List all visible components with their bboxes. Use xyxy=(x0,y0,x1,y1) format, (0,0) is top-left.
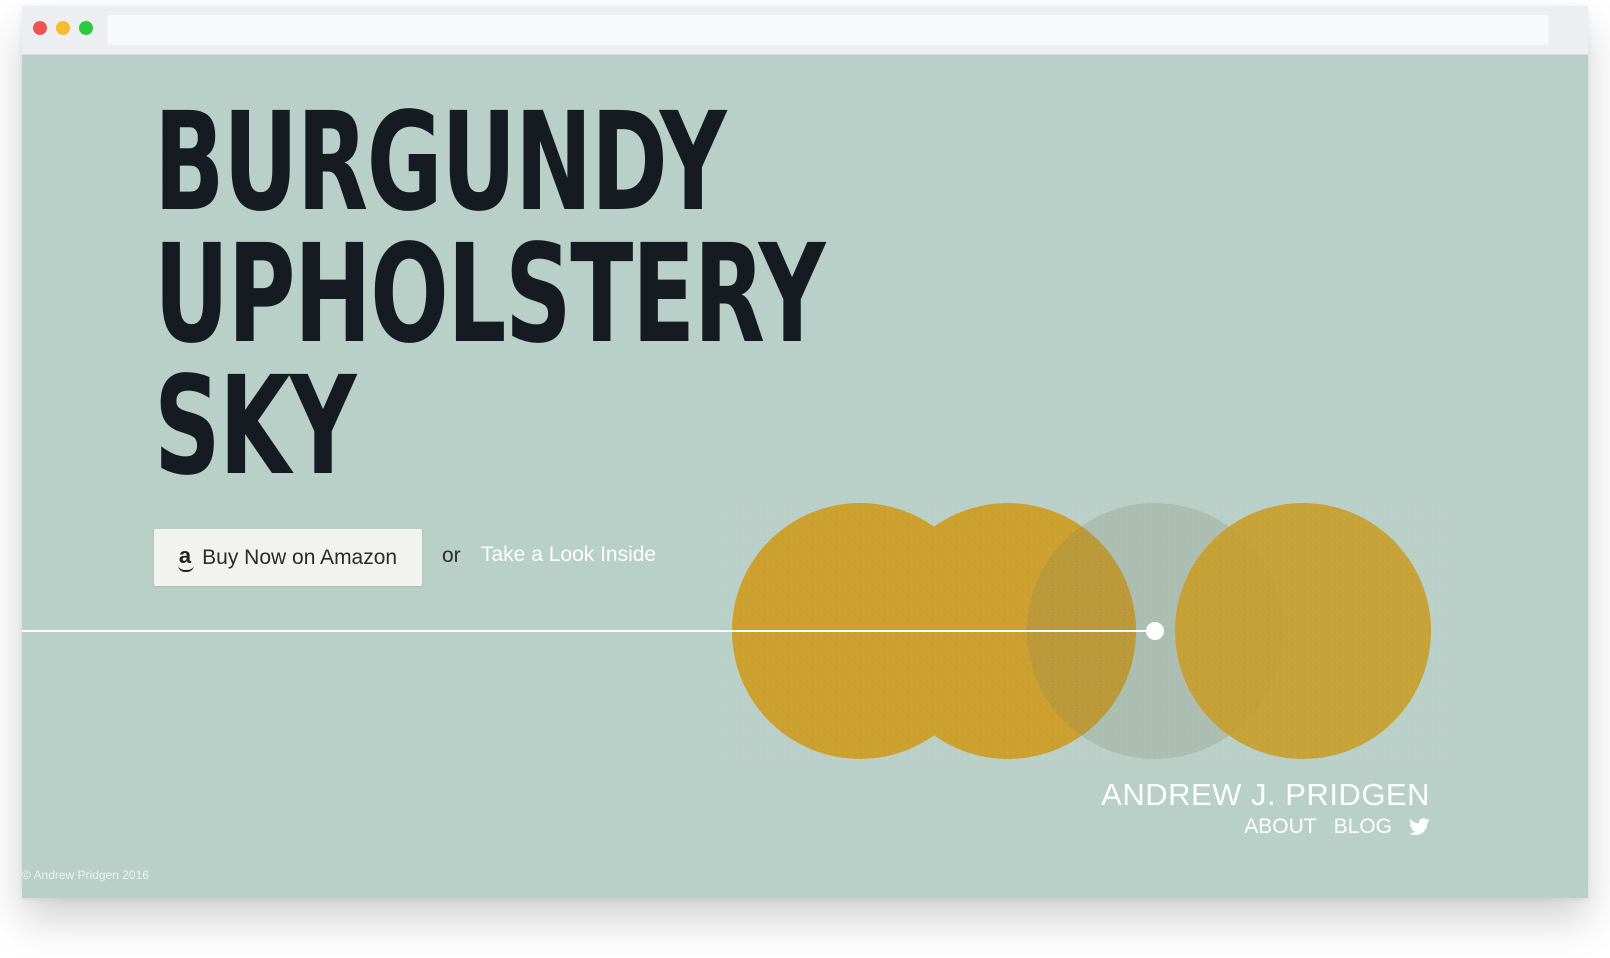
nav-blog-link[interactable]: BLOG xyxy=(1334,815,1392,839)
title-line-2: UPHOLSTERY xyxy=(154,216,826,374)
author-block: ANDREW J. PRIDGEN ABOUT BLOG xyxy=(1101,777,1430,839)
close-window-dot[interactable] xyxy=(33,21,47,35)
author-name[interactable]: ANDREW J. PRIDGEN xyxy=(1101,777,1430,813)
copyright-text: © Andrew Pridgen 2016 xyxy=(22,868,149,882)
take-a-look-inside-link[interactable]: Take a Look Inside xyxy=(481,543,656,567)
browser-window: BURGUNDY UPHOLSTERY SKY a Buy Now on Ama… xyxy=(22,6,1588,898)
title-line-3: SKY xyxy=(154,348,357,506)
address-bar[interactable] xyxy=(107,15,1549,45)
twitter-icon[interactable] xyxy=(1409,818,1430,836)
timeline-marker[interactable] xyxy=(1146,622,1164,640)
maximize-window-dot[interactable] xyxy=(79,21,93,35)
page-content: BURGUNDY UPHOLSTERY SKY a Buy Now on Ama… xyxy=(22,55,1588,898)
or-separator: or xyxy=(442,544,461,567)
amazon-icon: a xyxy=(177,542,195,572)
minimize-window-dot[interactable] xyxy=(56,21,70,35)
title-line-1: BURGUNDY xyxy=(154,84,727,242)
buy-button-label: Buy Now on Amazon xyxy=(202,545,398,569)
browser-chrome xyxy=(22,6,1588,55)
author-nav: ABOUT BLOG xyxy=(1101,815,1430,839)
book-title: BURGUNDY UPHOLSTERY SKY xyxy=(154,84,826,506)
buy-on-amazon-button[interactable]: a Buy Now on Amazon xyxy=(154,529,422,586)
nav-about-link[interactable]: ABOUT xyxy=(1244,815,1316,839)
